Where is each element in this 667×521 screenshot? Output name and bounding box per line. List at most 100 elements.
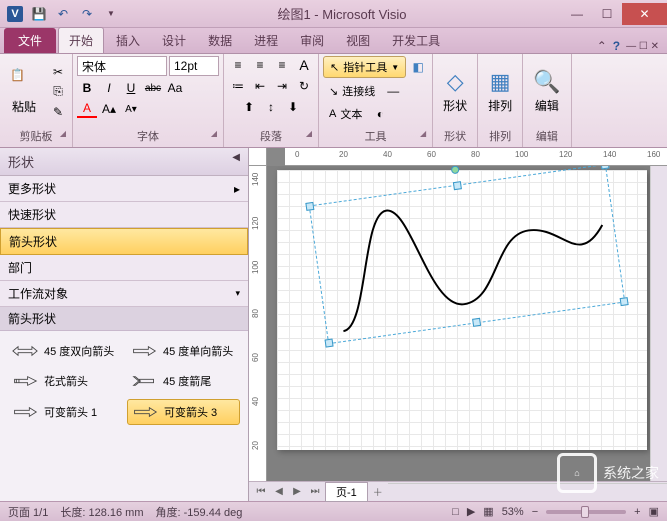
connector-icon: ↘: [329, 85, 338, 98]
shape-item[interactable]: 45 度单向箭头: [127, 339, 240, 363]
tab-process[interactable]: 进程: [244, 28, 288, 53]
connector-tool-button[interactable]: ↘连接线: [323, 81, 381, 101]
tools-launcher-icon[interactable]: ◢: [420, 129, 426, 138]
save-button[interactable]: 💾: [28, 3, 50, 25]
paste-button[interactable]: 📋 粘贴: [4, 66, 44, 117]
shapes-cat-arrows[interactable]: 箭头形状: [0, 228, 248, 255]
qat-dropdown[interactable]: ▼: [100, 3, 122, 25]
shrink-font-button[interactable]: A▾: [121, 100, 141, 118]
redo-button[interactable]: ↷: [76, 3, 98, 25]
strike-button[interactable]: abc: [143, 79, 163, 97]
align-bottom-button[interactable]: ⬇: [283, 98, 303, 116]
shapes-cat-quick[interactable]: 快速形状: [0, 202, 248, 228]
file-tab[interactable]: 文件: [4, 28, 56, 53]
font-label: 字体: [137, 131, 159, 143]
italic-button[interactable]: I: [99, 79, 119, 97]
pointer-tool-button[interactable]: ↖指针工具▼: [323, 56, 406, 78]
shapes-grid: 45 度双向箭头 45 度单向箭头 花式箭头 45 度箭尾 可变箭头 1 可变箭…: [0, 331, 248, 501]
page-prev-button[interactable]: ◀: [271, 484, 287, 500]
tab-developer[interactable]: 开发工具: [382, 28, 450, 53]
macro-icon[interactable]: ▶: [467, 505, 475, 518]
zoom-in-button[interactable]: +: [634, 506, 640, 518]
minimize-button[interactable]: —: [562, 3, 592, 25]
app-icon[interactable]: V: [4, 3, 26, 25]
shape-item[interactable]: 可变箭头 1: [8, 399, 121, 425]
bold-button[interactable]: B: [77, 79, 97, 97]
tab-insert[interactable]: 插入: [106, 28, 150, 53]
underline-button[interactable]: U: [121, 79, 141, 97]
shapes-cat-dept[interactable]: 部门: [0, 255, 248, 281]
page-tab-1[interactable]: 页-1: [325, 482, 368, 502]
text-direction-button[interactable]: A: [294, 56, 314, 74]
maximize-button[interactable]: ☐: [592, 3, 622, 25]
align-middle-button[interactable]: ↕: [261, 98, 281, 116]
effect-button[interactable]: ◐: [370, 105, 390, 123]
zoom-thumb[interactable]: [581, 506, 589, 518]
page-first-button[interactable]: ⏮: [253, 484, 269, 500]
tab-review[interactable]: 审阅: [290, 28, 334, 53]
bullets-button[interactable]: ≔: [228, 77, 248, 95]
font-family-select[interactable]: [77, 56, 167, 76]
group-arrange: ▦排列 排列: [478, 54, 523, 147]
shape-item[interactable]: 45 度双向箭头: [8, 339, 121, 363]
font-color-button[interactable]: A: [77, 100, 97, 118]
shape-item[interactable]: 花式箭头: [8, 369, 121, 393]
tab-data[interactable]: 数据: [198, 28, 242, 53]
font-size-select[interactable]: [169, 56, 219, 76]
page-next-button[interactable]: ▶: [289, 484, 305, 500]
curve-shape[interactable]: [310, 166, 624, 343]
shape-item[interactable]: 45 度箭尾: [127, 369, 240, 393]
horizontal-scrollbar[interactable]: [388, 483, 667, 500]
tab-view[interactable]: 视图: [336, 28, 380, 53]
decrease-indent-button[interactable]: ⇤: [250, 77, 270, 95]
find-icon: 🔍: [533, 69, 560, 95]
rotate-handle[interactable]: [451, 166, 460, 174]
align-right-button[interactable]: ≡: [272, 56, 292, 74]
clipboard-launcher-icon[interactable]: ◢: [60, 129, 66, 138]
case-button[interactable]: Aa: [165, 79, 185, 97]
fit-window-button[interactable]: ▣: [649, 505, 659, 518]
shape-group-label: 形状: [437, 127, 473, 145]
shapes-collapse-icon[interactable]: ◀: [232, 152, 240, 171]
align-top-button[interactable]: ⬆: [239, 98, 259, 116]
selection-box[interactable]: [309, 166, 626, 344]
view-mode-icon[interactable]: ▦: [483, 505, 493, 518]
format-painter-button[interactable]: ✎: [48, 103, 68, 121]
shape-button[interactable]: ◇形状: [437, 67, 473, 116]
arrange-button[interactable]: ▦排列: [482, 67, 518, 116]
help-button[interactable]: ?: [613, 39, 620, 53]
close-button[interactable]: ✕: [622, 3, 667, 25]
tab-home[interactable]: 开始: [58, 27, 104, 53]
page-last-button[interactable]: ⏭: [307, 484, 323, 500]
shapes-cat-more[interactable]: 更多形状 ▸: [0, 176, 248, 202]
vertical-scrollbar[interactable]: [650, 166, 667, 481]
tools-label: 工具: [365, 131, 387, 143]
undo-button[interactable]: ↶: [52, 3, 74, 25]
shapes-cat-workflow[interactable]: 工作流对象 ▾: [0, 281, 248, 307]
align-left-button[interactable]: ≡: [228, 56, 248, 74]
align-center-button[interactable]: ≡: [250, 56, 270, 74]
increase-indent-button[interactable]: ⇥: [272, 77, 292, 95]
rotate-text-button[interactable]: ↻: [294, 77, 314, 95]
ribbon-minimize-icon[interactable]: ⌃: [597, 39, 607, 53]
zoom-slider[interactable]: [546, 510, 626, 514]
angle-readout: 角度: -159.44 deg: [156, 504, 243, 520]
shape-item-selected[interactable]: 可变箭头 3: [127, 399, 240, 425]
text-tool-button[interactable]: A文本: [323, 104, 368, 124]
fill-button[interactable]: ◧: [408, 58, 428, 76]
tab-design[interactable]: 设计: [152, 28, 196, 53]
add-page-button[interactable]: ＋: [370, 484, 386, 500]
zoom-out-button[interactable]: −: [532, 506, 538, 518]
line-button[interactable]: —: [383, 82, 403, 100]
window-controls-doc[interactable]: — ☐ ✕: [626, 41, 659, 52]
copy-button[interactable]: ⎘: [48, 83, 68, 101]
font-launcher-icon[interactable]: ◢: [211, 129, 217, 138]
drawing-page[interactable]: [277, 170, 647, 450]
edit-button[interactable]: 🔍编辑: [527, 67, 566, 116]
language-button[interactable]: □: [452, 506, 459, 518]
paragraph-launcher-icon[interactable]: ◢: [306, 129, 312, 138]
grow-font-button[interactable]: A▴: [99, 100, 119, 118]
cut-button[interactable]: ✂: [48, 63, 68, 81]
zoom-level[interactable]: 53%: [502, 506, 524, 518]
canvas-viewport[interactable]: [267, 166, 650, 481]
